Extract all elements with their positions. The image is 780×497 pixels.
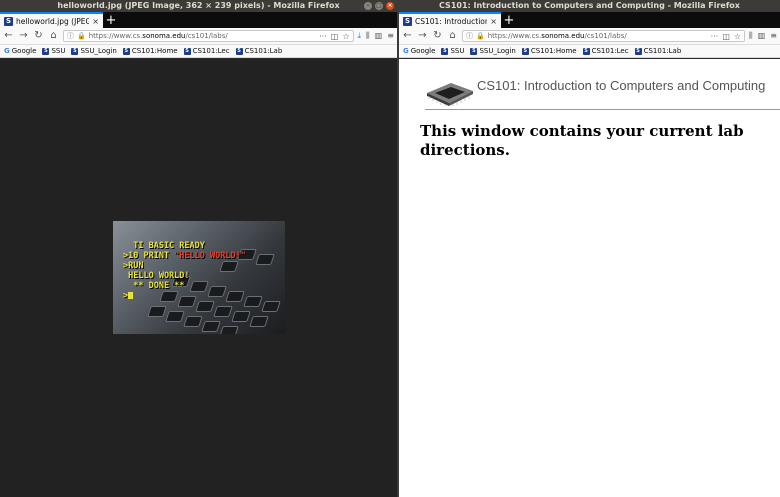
pocket-icon[interactable]: ◫ [331, 32, 339, 41]
image-viewer-content: TI BASIC READY >10 PRINT "HELLO WORLD!" … [0, 59, 397, 497]
reload-icon[interactable]: ↻ [432, 30, 443, 42]
ssu-icon: S [582, 47, 590, 55]
ssu-icon: S [183, 47, 191, 55]
bookmark-ssu-login[interactable]: S SSU_Login [470, 47, 516, 55]
tab-close-icon[interactable]: × [490, 17, 497, 26]
window-titlebar[interactable]: CS101: Introduction to Computers and Com… [399, 0, 780, 12]
bookmark-star-icon[interactable]: ☆ [342, 32, 349, 41]
ssu-icon: S [634, 47, 642, 55]
close-window-button[interactable]: × [386, 2, 394, 10]
url-text[interactable]: https://www.cs.sonoma.edu/cs101/labs/ [488, 32, 708, 40]
tab-strip: S CS101: Introduction to C × + [399, 12, 780, 28]
tab-title: CS101: Introduction to C [415, 16, 488, 26]
bookmark-ssu[interactable]: S SSU [42, 47, 65, 55]
bookmarks-toolbar: G Google S SSU S SSU_Login S CS101:Home S CS1… [399, 45, 780, 58]
lock-icon: 🔒 [77, 32, 86, 40]
bookmark-star-icon[interactable]: ☆ [734, 32, 741, 41]
window-title: CS101: Introduction to Computers and Com… [439, 1, 740, 10]
tab-cs101[interactable]: S CS101: Introduction to C × [399, 12, 501, 28]
info-icon[interactable]: ⓘ [466, 31, 473, 41]
ssu-icon: S [122, 47, 130, 55]
google-icon: G [403, 47, 409, 55]
bookmark-ssu[interactable]: S SSU [441, 47, 464, 55]
bookmark-google[interactable]: G Google [4, 47, 36, 55]
reload-icon[interactable]: ↻ [33, 30, 44, 42]
ssu-icon: S [470, 47, 478, 55]
ssu-favicon-icon: S [403, 16, 412, 26]
lab-directions-window: CS101: Introduction to Computers and Com… [399, 0, 780, 497]
sidebar-icon[interactable]: ▥ [758, 31, 766, 41]
tab-close-icon[interactable]: × [92, 17, 99, 26]
page-actions-icon[interactable]: ··· [319, 32, 327, 41]
window-title: helloworld.jpg (JPEG Image, 362 × 239 pi… [57, 1, 340, 10]
navigation-toolbar: ← → ↻ ⌂ ⓘ 🔒 https://www.cs.sonoma.edu/cs… [399, 28, 780, 45]
cpu-chip-icon [427, 83, 473, 106]
new-tab-button[interactable]: + [103, 14, 119, 28]
sidebar-icon[interactable]: ▥ [375, 31, 383, 41]
lab-page-content: CS101: Introduction to Computers and Com… [399, 59, 780, 497]
ssu-icon: S [235, 47, 243, 55]
ssu-icon: S [521, 47, 529, 55]
navigation-toolbar: ← → ↻ ⌂ ⓘ 🔒 https://www.cs.sonoma.edu/cs… [0, 28, 397, 45]
lock-icon: 🔒 [476, 32, 485, 40]
maximize-button[interactable]: □ [375, 2, 383, 10]
url-bar[interactable]: ⓘ 🔒 https://www.cs.sonoma.edu/cs101/labs… [63, 30, 354, 42]
bookmark-google[interactable]: G Google [403, 47, 435, 55]
page-actions-icon[interactable]: ··· [711, 32, 719, 41]
ssu-icon: S [42, 47, 50, 55]
home-icon[interactable]: ⌂ [447, 30, 458, 42]
menu-icon[interactable]: ≡ [387, 31, 394, 41]
ssu-icon: S [71, 47, 79, 55]
google-icon: G [4, 47, 10, 55]
menu-icon[interactable]: ≡ [770, 31, 777, 41]
basic-screen-text: TI BASIC READY >10 PRINT "HELLO WORLD!" … [123, 241, 246, 301]
window-titlebar[interactable]: helloworld.jpg (JPEG Image, 362 × 239 pi… [0, 0, 397, 12]
library-icon[interactable]: ⫼ [366, 31, 370, 41]
bookmarks-toolbar: G Google S SSU S SSU_Login S CS101:Home S CS1… [0, 45, 397, 58]
window-controls: – □ × [364, 2, 394, 10]
bookmark-cs101-lec[interactable]: S CS101:Lec [183, 47, 230, 55]
bookmark-cs101-lab[interactable]: S CS101:Lab [235, 47, 282, 55]
info-icon[interactable]: ⓘ [67, 31, 74, 41]
back-icon[interactable]: ← [402, 30, 413, 42]
pocket-icon[interactable]: ◫ [722, 32, 730, 41]
bookmark-cs101-lec[interactable]: S CS101:Lec [582, 47, 629, 55]
forward-icon[interactable]: → [417, 30, 428, 42]
back-icon[interactable]: ← [3, 30, 14, 42]
hello-world-image[interactable]: TI BASIC READY >10 PRINT "HELLO WORLD!" … [113, 221, 285, 334]
bookmark-cs101-lab[interactable]: S CS101:Lab [634, 47, 681, 55]
site-title: CS101: Introduction to Computers and Com… [477, 78, 766, 93]
new-tab-button[interactable]: + [501, 14, 517, 28]
bookmark-cs101-home[interactable]: S CS101:Home [122, 47, 178, 55]
forward-icon[interactable]: → [18, 30, 29, 42]
bookmark-ssu-login[interactable]: S SSU_Login [71, 47, 117, 55]
lab-directions-heading: This window contains your current lab di… [420, 122, 744, 159]
ssu-favicon-icon: S [4, 16, 13, 26]
url-bar[interactable]: ⓘ 🔒 https://www.cs.sonoma.edu/cs101/labs… [462, 30, 746, 42]
download-icon[interactable]: ⤓ [358, 31, 362, 41]
home-icon[interactable]: ⌂ [48, 30, 59, 42]
minimize-button[interactable]: – [364, 2, 372, 10]
tab-title: helloworld.jpg (JPEG Ima [16, 16, 90, 26]
site-header: CS101: Introduction to Computers and Com… [425, 75, 780, 110]
tab-strip: S helloworld.jpg (JPEG Ima × + [0, 12, 397, 28]
library-icon[interactable]: ⫼ [749, 31, 753, 41]
url-text[interactable]: https://www.cs.sonoma.edu/cs101/labs/ [89, 32, 316, 40]
ssu-icon: S [441, 47, 449, 55]
tab-helloworld[interactable]: S helloworld.jpg (JPEG Ima × [0, 12, 103, 28]
image-viewer-window: helloworld.jpg (JPEG Image, 362 × 239 pi… [0, 0, 397, 497]
bookmark-cs101-home[interactable]: S CS101:Home [521, 47, 577, 55]
